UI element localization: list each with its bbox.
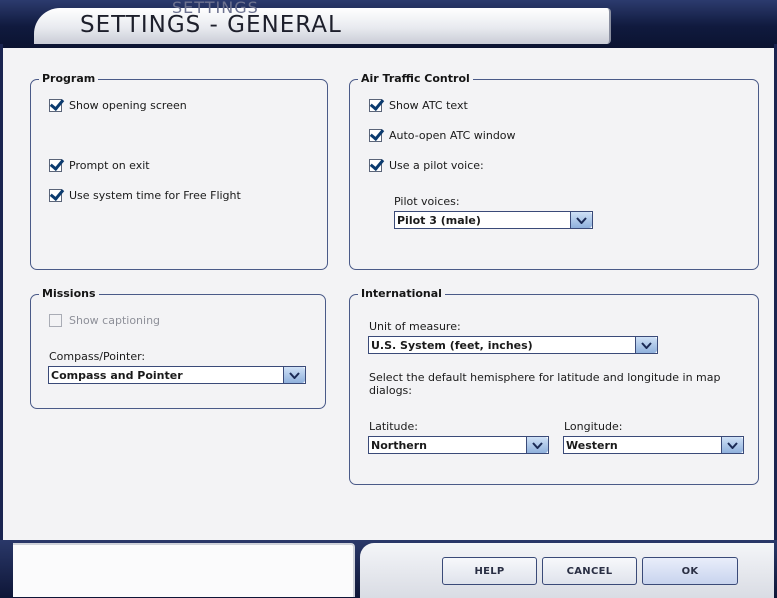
frame-left	[0, 44, 3, 544]
pilot-voice-value: Pilot 3 (male)	[397, 213, 481, 227]
show-atc-text-label: Show ATC text	[389, 98, 468, 112]
international-group-title: International	[358, 287, 445, 300]
latitude-value: Northern	[371, 438, 427, 452]
use-system-time-checkbox[interactable]	[49, 188, 62, 202]
pilot-voices-label: Pilot voices:	[394, 195, 460, 208]
unit-of-measure-label: Unit of measure:	[369, 320, 461, 333]
prompt-on-exit-option[interactable]: Prompt on exit	[49, 157, 150, 173]
footer-info-panel	[13, 543, 355, 597]
chevron-down-icon[interactable]	[635, 337, 657, 353]
longitude-value: Western	[566, 438, 618, 452]
prompt-on-exit-checkbox[interactable]	[49, 158, 62, 172]
show-captioning-label: Show captioning	[69, 313, 161, 327]
show-captioning-checkbox[interactable]	[49, 313, 62, 327]
compass-value: Compass and Pointer	[51, 368, 183, 382]
auto-open-atc-checkbox[interactable]	[369, 128, 382, 142]
hemisphere-description: Select the default hemisphere for latitu…	[369, 371, 721, 397]
pilot-voice-dropdown[interactable]: Pilot 3 (male)	[394, 211, 593, 229]
chevron-down-icon[interactable]	[526, 437, 548, 453]
help-button[interactable]: HELP	[442, 557, 537, 585]
show-atc-text-checkbox[interactable]	[369, 98, 382, 112]
latitude-label: Latitude:	[369, 420, 418, 433]
chevron-down-icon[interactable]	[283, 367, 305, 383]
use-pilot-voice-label: Use a pilot voice:	[389, 158, 484, 172]
longitude-dropdown[interactable]: Western	[563, 436, 744, 454]
page-title: SETTINGS - GENERAL	[80, 12, 342, 38]
show-captioning-option[interactable]: Show captioning	[49, 312, 160, 328]
prompt-on-exit-label: Prompt on exit	[69, 158, 150, 172]
show-atc-text-option[interactable]: Show ATC text	[369, 97, 468, 113]
cancel-button[interactable]: CANCEL	[542, 557, 637, 585]
chevron-down-icon[interactable]	[721, 437, 743, 453]
compass-label: Compass/Pointer:	[49, 350, 146, 363]
longitude-label: Longitude:	[564, 420, 623, 433]
use-pilot-voice-checkbox[interactable]	[369, 158, 382, 172]
latitude-dropdown[interactable]: Northern	[368, 436, 549, 454]
compass-dropdown[interactable]: Compass and Pointer	[48, 366, 306, 384]
atc-group-title: Air Traffic Control	[358, 72, 473, 85]
missions-group-title: Missions	[39, 287, 99, 300]
show-opening-screen-label: Show opening screen	[69, 98, 187, 112]
chevron-down-icon[interactable]	[570, 212, 592, 228]
unit-of-measure-value: U.S. System (feet, inches)	[371, 338, 533, 352]
use-system-time-label: Use system time for Free Flight	[69, 188, 241, 202]
ok-button[interactable]: OK	[642, 557, 738, 585]
auto-open-atc-label: Auto-open ATC window	[389, 128, 516, 142]
use-system-time-option[interactable]: Use system time for Free Flight	[49, 187, 241, 203]
use-pilot-voice-option[interactable]: Use a pilot voice:	[369, 157, 484, 173]
program-group-title: Program	[39, 72, 99, 85]
show-opening-screen-checkbox[interactable]	[49, 98, 62, 112]
show-opening-screen-option[interactable]: Show opening screen	[49, 97, 187, 113]
unit-of-measure-dropdown[interactable]: U.S. System (feet, inches)	[368, 336, 658, 354]
auto-open-atc-option[interactable]: Auto-open ATC window	[369, 127, 516, 143]
